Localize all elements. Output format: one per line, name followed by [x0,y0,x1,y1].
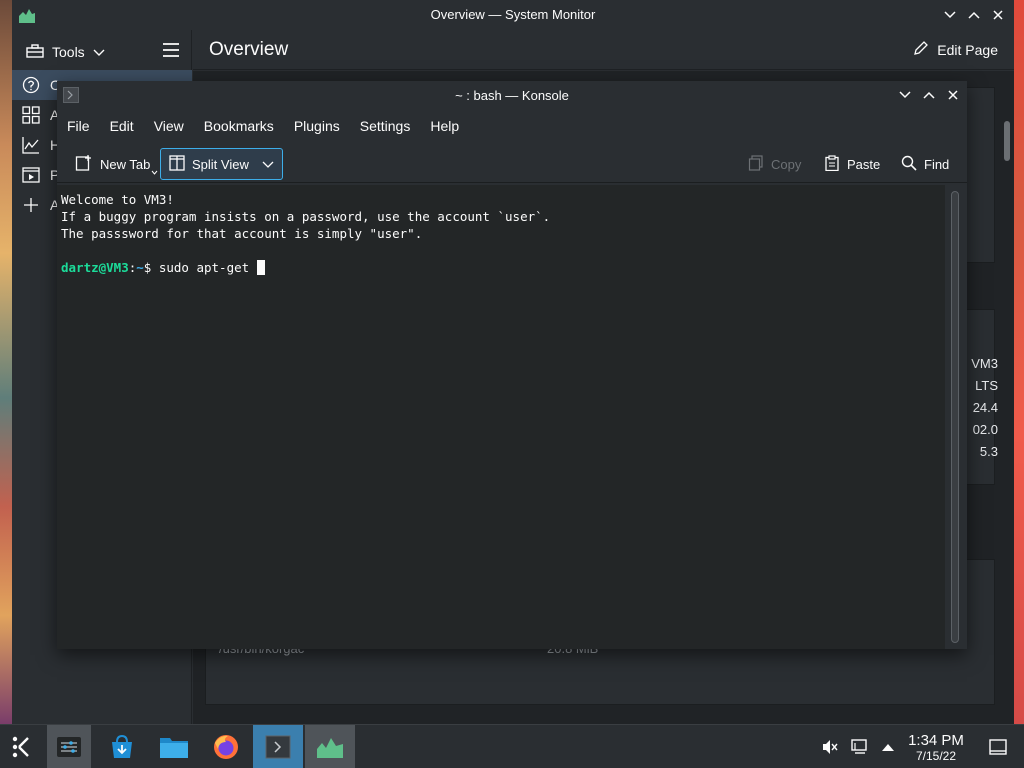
konsole-icon[interactable] [253,725,303,768]
menu-file[interactable]: File [67,118,100,134]
konsole-toolbar: New Tab Split View Copy Paste Find [57,145,967,183]
tray-expand-icon[interactable] [878,737,898,757]
menu-edit[interactable]: Edit [100,118,144,134]
help-circle-icon [22,76,40,94]
info-value: VM3 [971,356,998,371]
terminal-line: If a buggy program insists on a password… [61,209,551,224]
chevron-down-icon [93,44,105,60]
dolphin-files-icon[interactable] [152,725,196,768]
chevron-down-icon [262,157,274,172]
pencil-icon [913,40,929,59]
edit-page-label: Edit Page [937,41,998,58]
copy-label: Copy [771,156,802,172]
dropdown-arrow-icon [151,163,158,178]
terminal-scrollbar[interactable] [945,185,967,649]
typed-command: sudo apt-get [151,260,257,275]
find-button[interactable]: Find [893,148,957,180]
konsole-title: ~ : bash — Konsole [455,88,569,103]
prompt-path: ~ [136,260,144,275]
new-tab-label: New Tab [100,156,151,172]
konsole-window: ~ : bash — Konsole File Edit View Bookma… [57,81,967,649]
clock-date: 7/15/22 [915,749,957,763]
clock[interactable]: 1:34 PM 7/15/22 [898,732,974,764]
info-value: 24.4 [972,400,998,415]
play-window-icon [22,166,40,184]
tools-menu-button[interactable]: Tools [26,40,105,64]
chart-line-icon [22,136,40,154]
text-cursor [256,260,265,275]
info-value: LTS [975,378,998,393]
toolbox-icon [26,43,44,61]
plus-icon [22,196,40,214]
page-title: Overview [209,39,289,60]
find-label: Find [924,156,950,172]
firefox-icon[interactable] [204,725,248,768]
prompt-user: dartz@VM3 [61,260,129,275]
info-value: 02.0 [972,422,998,437]
menu-view[interactable]: View [144,118,194,134]
paste-icon [824,154,840,174]
app-launcher-icon[interactable] [0,725,44,768]
taskbar: 1:34 PM 7/15/22 [0,724,1024,768]
maximize-icon[interactable] [919,85,939,105]
minimize-icon[interactable] [895,85,915,105]
menu-settings[interactable]: Settings [350,118,421,134]
tools-label: Tools [52,44,85,60]
paste-label: Paste [847,156,881,172]
maximize-icon[interactable] [964,5,984,25]
system-monitor-titlebar[interactable]: Overview — System Monitor [12,0,1014,30]
split-view-label: Split View [192,156,249,172]
terminal-output[interactable]: Welcome to VM3! If a buggy program insist… [57,185,945,649]
close-icon[interactable] [943,85,963,105]
grid-icon [22,106,40,124]
close-icon[interactable] [988,5,1008,25]
split-view-icon [169,154,185,174]
edit-page-button[interactable]: Edit Page [913,40,998,59]
new-tab-button[interactable]: New Tab [67,148,166,180]
search-icon [901,155,917,174]
copy-button[interactable]: Copy [740,148,809,180]
new-tab-icon [75,154,93,175]
minimize-icon[interactable] [940,5,960,25]
system-monitor-title: Overview — System Monitor [430,7,596,22]
split-view-button[interactable]: Split View [160,148,283,180]
menu-bookmarks[interactable]: Bookmarks [194,118,284,134]
network-wired-icon[interactable] [850,737,870,757]
clock-time: 1:34 PM [908,732,964,749]
copy-icon [748,154,764,174]
system-settings-icon[interactable] [47,725,91,768]
paste-button[interactable]: Paste [816,148,888,180]
content-scrollbar[interactable] [1004,121,1010,161]
menu-help[interactable]: Help [420,118,469,134]
info-value: 5.3 [979,444,998,459]
konsole-menubar: File Edit View Bookmarks Plugins Setting… [57,111,967,141]
terminal-line: The passsword for that account is simply… [61,226,423,241]
show-desktop-icon[interactable] [988,737,1008,757]
terminal-line: Welcome to VM3! [61,192,174,207]
konsole-titlebar[interactable]: ~ : bash — Konsole [57,81,967,109]
system-monitor-header: Overview Edit Page [193,30,1014,70]
system-monitor-icon[interactable] [305,725,355,768]
discover-store-icon[interactable] [100,725,144,768]
terminal-prompt-line: dartz@VM3:~$ sudo apt-get [61,259,941,276]
menu-plugins[interactable]: Plugins [284,118,350,134]
desktop-wallpaper-right [1014,0,1024,724]
hamburger-menu-icon[interactable] [162,42,180,58]
volume-muted-icon[interactable] [820,737,840,757]
scrollbar-thumb[interactable] [951,191,959,643]
